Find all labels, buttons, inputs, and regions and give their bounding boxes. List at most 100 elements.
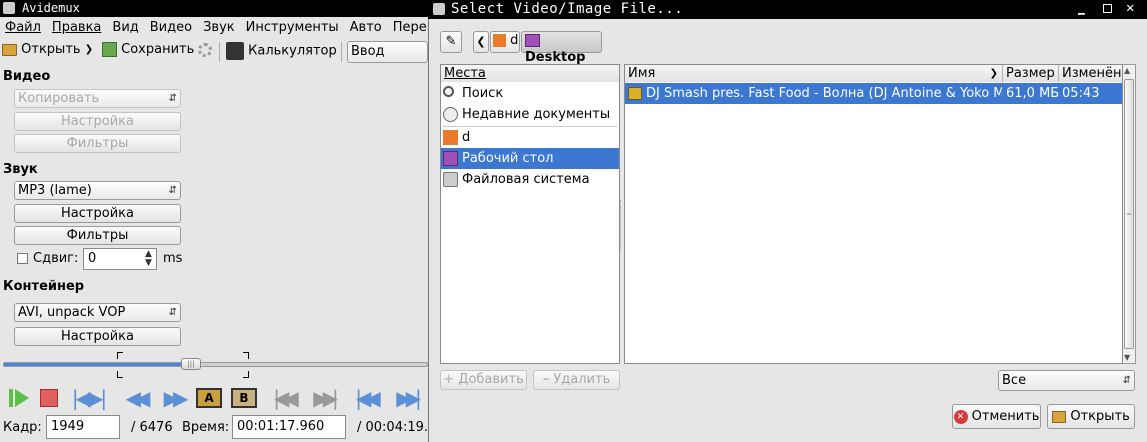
menu-tools[interactable]: Инструменты <box>246 20 339 35</box>
minimize-icon[interactable]: ▁ <box>1078 2 1085 15</box>
updown-icon: ⇵ <box>1122 375 1131 386</box>
menu-file[interactable]: Файл <box>5 20 41 35</box>
edit-location-button[interactable]: ✎ <box>440 31 462 53</box>
menu-audio[interactable]: Звук <box>203 20 235 35</box>
open-file-button[interactable]: Открыть <box>1047 404 1135 429</box>
seek-slider-handle[interactable]: ||| <box>181 358 201 370</box>
bracket-tick <box>118 352 123 353</box>
pane-resize-handle[interactable] <box>620 200 623 250</box>
go-start-icon: |◀◀ <box>355 386 380 410</box>
calculator-button[interactable]: Калькулятор <box>226 42 337 62</box>
column-size-label: Размер <box>1006 66 1055 81</box>
toolbar: Открыть ❯ Сохранить Калькулятор Ввод <box>0 38 428 66</box>
time-total: / 00:04:19.0 <box>357 420 427 435</box>
prev-frame-icon: |◀▶| <box>71 386 107 410</box>
column-modified-header[interactable]: Изменён <box>1059 65 1122 82</box>
close-icon[interactable]: ✕ <box>1126 0 1134 16</box>
toolbar-separator <box>219 42 220 62</box>
next-keyframe-button[interactable]: ▶▶| <box>304 386 342 410</box>
input-combo[interactable]: Ввод <box>347 41 428 63</box>
menu-edit[interactable]: Правка <box>52 20 101 35</box>
scroll-up-icon[interactable]: ▲ <box>1124 66 1130 75</box>
file-list-scrollbar[interactable]: ▲ = ▼ <box>1123 64 1136 364</box>
marker-b-button[interactable]: B <box>229 386 259 410</box>
rewind-icon: ◀◀ <box>125 386 151 410</box>
app-icon <box>3 2 15 14</box>
search-icon <box>443 86 454 97</box>
shift-checkbox[interactable] <box>17 253 28 264</box>
scroll-down-icon[interactable]: ▼ <box>1124 353 1130 362</box>
menu-video[interactable]: Видео <box>150 20 192 35</box>
stop-icon <box>40 389 58 407</box>
go-end-icon: ▶▶| <box>396 386 421 410</box>
stop-button[interactable] <box>37 386 61 410</box>
cancel-button[interactable]: ✕ Отменить <box>952 404 1041 429</box>
scrollbar-thumb[interactable]: = <box>1124 79 1134 349</box>
go-end-button[interactable]: ▶▶| <box>386 386 426 410</box>
prev-frame-button[interactable]: |◀▶| <box>64 386 112 410</box>
audio-filters-button[interactable]: Фильтры <box>14 226 181 245</box>
play-icon <box>9 389 13 407</box>
seek-slider-track[interactable]: ||| <box>3 358 428 370</box>
add-bookmark-label: Добавить <box>458 372 524 387</box>
shift-value: 0 <box>88 251 97 266</box>
places-item-home[interactable]: d <box>441 127 619 148</box>
container-settings-button[interactable]: Настройка <box>14 327 181 346</box>
bracket-tick <box>118 377 123 378</box>
video-codec-combo[interactable]: Копировать ⇵ <box>14 89 181 108</box>
input-combo-value: Ввод <box>351 44 385 59</box>
prev-keyframe-button[interactable]: |◀◀ <box>264 386 302 410</box>
play-triangle <box>15 389 29 407</box>
audio-codec-combo[interactable]: MP3 (lame) ⇵ <box>14 181 181 200</box>
frame-input[interactable]: 1949 <box>46 415 120 439</box>
menu-auto[interactable]: Авто <box>350 20 382 35</box>
places-header[interactable]: Места <box>441 65 619 82</box>
save-label: Сохранить <box>121 42 195 57</box>
marker-a-button[interactable]: A <box>194 386 224 410</box>
audio-section-title: Звук <box>3 162 38 177</box>
container-format-combo[interactable]: AVI, unpack VOP ⇵ <box>14 303 181 322</box>
video-settings-button[interactable]: Настройка <box>14 112 181 131</box>
add-bookmark-button[interactable]: + Добавить <box>440 370 527 390</box>
play-button[interactable] <box>3 386 35 410</box>
places-item-search[interactable]: Поиск <box>441 83 619 104</box>
time-input[interactable]: 00:01:17.960 <box>232 415 346 439</box>
places-header-label: Места <box>444 66 486 81</box>
column-size-header[interactable]: Размер <box>1003 65 1059 82</box>
places-item-recent[interactable]: Недавние документы <box>441 104 619 125</box>
menu-view[interactable]: Вид <box>112 20 138 35</box>
column-name-header[interactable]: Имя ❯ <box>625 65 1003 82</box>
time-label: Время: <box>182 420 230 435</box>
container-section-title: Контейнер <box>3 279 85 294</box>
audio-codec-value: MP3 (lame) <box>18 183 92 198</box>
menu-go[interactable]: Перек <box>393 20 428 35</box>
video-filters-button[interactable]: Фильтры <box>14 134 181 153</box>
save-button[interactable]: Сохранить <box>102 42 213 62</box>
calculator-label: Калькулятор <box>248 43 337 59</box>
places-item-label: Рабочий стол <box>462 151 554 166</box>
path-desktop-button[interactable]: Desktop <box>521 31 602 65</box>
home-icon <box>443 130 458 145</box>
go-start-button[interactable]: |◀◀ <box>346 386 384 410</box>
maximize-icon[interactable] <box>1103 4 1112 13</box>
bracket-tick <box>243 352 248 353</box>
places-item-filesystem[interactable]: Файловая система <box>441 169 619 190</box>
desktop-icon <box>443 151 458 166</box>
forward-button[interactable]: ▶▶ <box>155 386 191 410</box>
file-row[interactable]: DJ Smash pres. Fast Food - Волна (DJ Ant… <box>625 83 1122 104</box>
places-item-label: Недавние документы <box>462 107 611 122</box>
remove-bookmark-button[interactable]: – Удалить <box>533 370 620 390</box>
clock-icon <box>443 107 458 122</box>
frame-label: Кадр: <box>3 420 42 435</box>
pencil-icon: ✎ <box>445 34 457 49</box>
shift-label: Сдвиг: <box>33 251 79 266</box>
path-home-button[interactable]: d <box>490 31 520 53</box>
rewind-button[interactable]: ◀◀ <box>117 386 153 410</box>
file-filter-combo[interactable]: Все ⇵ <box>998 370 1135 391</box>
path-back-button[interactable]: ❮ <box>473 31 489 53</box>
open-button[interactable]: Открыть ❯ <box>2 42 93 62</box>
spin-arrows-icon[interactable]: ▲ ▼ <box>145 250 152 268</box>
places-item-desktop[interactable]: Рабочий стол <box>441 148 619 169</box>
chevron-down-icon: ❯ <box>84 44 94 55</box>
audio-settings-button[interactable]: Настройка <box>14 204 181 223</box>
